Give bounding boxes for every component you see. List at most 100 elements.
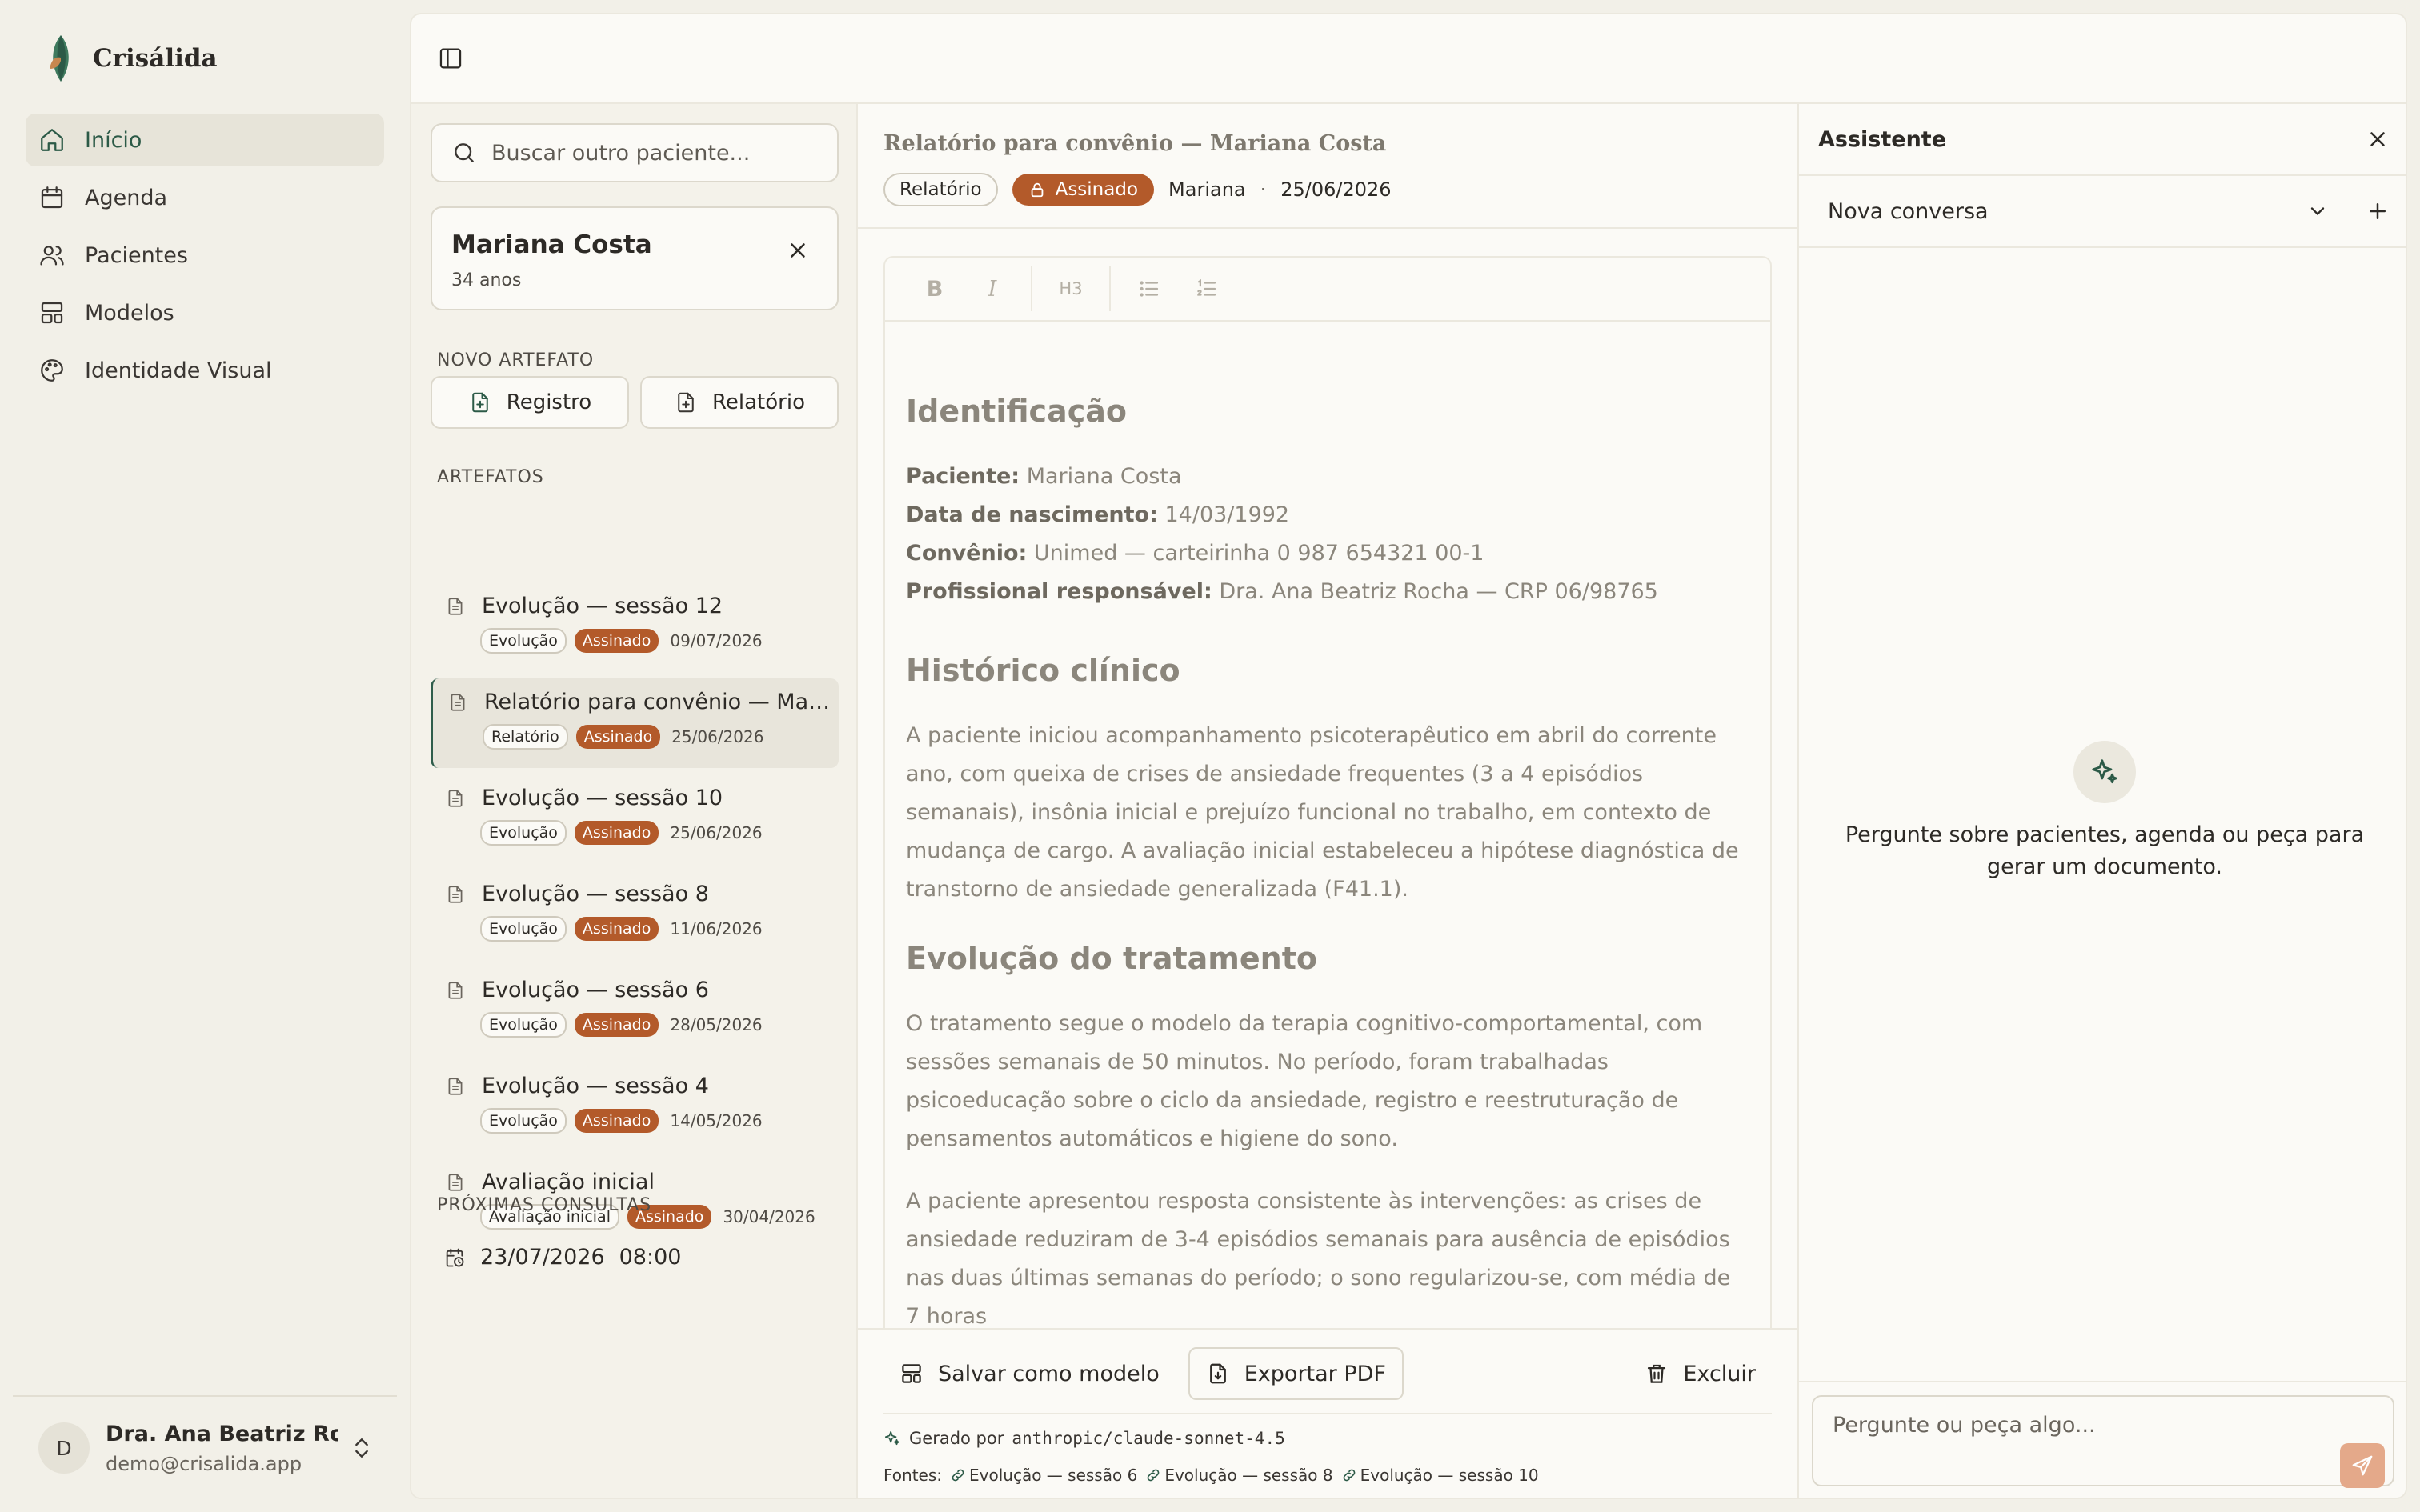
new-registro-button[interactable]: Registro (431, 376, 629, 429)
status-badge: Assinado (574, 1109, 659, 1133)
field-data-nascimento: Data de nascimento: 14/03/1992 (906, 496, 1749, 534)
sparkles-icon (2092, 759, 2118, 784)
nav-item-identidade-visual[interactable]: Identidade Visual (26, 344, 384, 397)
empty-state-text: Pergunte sobre pacientes, agenda ou peça… (1845, 822, 2365, 879)
patient-name: Mariana Costa (451, 230, 652, 259)
nav-item-label: Identidade Visual (85, 358, 272, 383)
document-date: 25/06/2026 (1280, 178, 1392, 201)
status-badge: Assinado (574, 629, 659, 653)
toolbar-divider (1109, 266, 1111, 311)
conversation-label: Nova conversa (1828, 198, 1989, 224)
user-menu[interactable]: D Dra. Ana Beatriz Roc... demo@crisalida… (13, 1395, 397, 1499)
heading-identificacao: Identificação (906, 394, 1127, 429)
document-editor: B I H3 Identificação Paciente: Mariana C… (883, 256, 1772, 1360)
upcoming-appointment[interactable]: 23/07/2026 08:00 (443, 1245, 681, 1270)
delete-button[interactable]: Excluir (1629, 1347, 1772, 1400)
source-link[interactable]: Evolução — sessão 8 (1145, 1466, 1333, 1485)
sidebar-toggle-icon[interactable] (437, 45, 464, 72)
assistant-composer (1799, 1381, 2406, 1498)
editor-content[interactable]: Identificação Paciente: Mariana Costa Da… (885, 322, 1770, 1336)
italic-button[interactable]: I (964, 258, 1021, 321)
nav-item-agenda[interactable]: Agenda (26, 171, 384, 224)
artifact-type-badge: Evolução (480, 1108, 567, 1134)
send-button[interactable] (2340, 1443, 2385, 1488)
status-badge: Assinado (575, 725, 661, 749)
source-link[interactable]: Evolução — sessão 6 (950, 1466, 1137, 1485)
bullet-list-button[interactable] (1120, 258, 1178, 321)
search-input[interactable] (491, 140, 827, 166)
artifact-item[interactable]: Evolução — sessão 8 Evolução Assinado 11… (431, 870, 839, 960)
artifact-title: Evolução — sessão 8 (482, 882, 709, 906)
chevron-down-icon[interactable] (2306, 200, 2329, 222)
ordered-list-button[interactable] (1178, 258, 1236, 321)
source-link-label: Evolução — sessão 6 (969, 1466, 1138, 1485)
file-text-icon (448, 1077, 463, 1095)
conversation-selector[interactable]: Nova conversa (1799, 176, 2406, 248)
chevrons-up-down-icon[interactable] (349, 1435, 375, 1461)
nav-item-label: Agenda (85, 185, 168, 210)
field-value: 14/03/1992 (1164, 502, 1290, 527)
link-icon (1343, 1469, 1355, 1482)
nav-item-pacientes[interactable]: Pacientes (26, 229, 384, 282)
file-download-icon (1209, 1363, 1226, 1384)
artifact-item[interactable]: Evolução — sessão 4 Evolução Assinado 14… (431, 1062, 839, 1152)
save-template-button[interactable]: Salvar como modelo (883, 1347, 1176, 1400)
footer-divider (883, 1413, 1772, 1414)
signed-badge: Assinado (1012, 174, 1155, 206)
new-artifact-label: NOVO ARTEFATO (437, 350, 595, 370)
toolbar-divider (1031, 266, 1032, 311)
ordered-list-icon (1197, 278, 1216, 296)
document-author: Mariana (1168, 178, 1246, 201)
calendar-icon (41, 186, 63, 209)
artifact-title: Evolução — sessão 6 (482, 978, 709, 1002)
field-value: Unimed — carteirinha 0 987 654321 00-1 (1033, 541, 1484, 566)
editor-toolbar: B I H3 (885, 258, 1770, 322)
selected-patient-card[interactable]: Mariana Costa 34 anos (431, 206, 839, 310)
field-convenio: Convênio: Unimed — carteirinha 0 987 654… (906, 534, 1749, 573)
artifact-item[interactable]: Evolução — sessão 6 Evolução Assinado 28… (431, 966, 839, 1056)
heading-icon: H3 (1059, 279, 1083, 298)
nav-item-label: Modelos (85, 300, 174, 326)
new-relatorio-button[interactable]: Relatório (640, 376, 839, 429)
artifact-title: Evolução — sessão 10 (482, 786, 723, 810)
file-text-icon (448, 1173, 463, 1191)
model-name: anthropic/claude-sonnet-4.5 (1012, 1429, 1285, 1448)
artifact-item[interactable]: Evolução — sessão 12 Evolução Assinado 0… (431, 582, 839, 672)
generated-by: Gerado por anthropic/claude-sonnet-4.5 (883, 1429, 1285, 1448)
heading-button[interactable]: H3 (1042, 258, 1100, 321)
artifact-date: 25/06/2026 (671, 727, 764, 746)
paragraph-evolucao-1: O tratamento segue o modelo da terapia c… (906, 1011, 1703, 1151)
paragraph-evolucao-2: A paciente apresentou resposta consisten… (906, 1189, 1731, 1329)
field-label: Data de nascimento: (906, 502, 1158, 527)
artifact-type-badge: Relatório (483, 724, 568, 750)
upcoming-label: PRÓXIMAS CONSULTAS (437, 1195, 652, 1215)
nav-item-inicio[interactable]: Início (26, 114, 384, 166)
artifact-type-badge: Evolução (480, 628, 567, 654)
artifact-item[interactable]: Relatório para convênio — Mari... Relató… (431, 678, 839, 768)
lock-icon (1031, 182, 1043, 198)
artifact-item[interactable]: Evolução — sessão 10 Evolução Assinado 2… (431, 774, 839, 864)
send-icon (2352, 1455, 2373, 1476)
bullet-list-icon (1140, 281, 1159, 297)
close-icon[interactable] (786, 238, 810, 262)
patient-search (431, 123, 839, 182)
nav-item-modelos[interactable]: Modelos (26, 286, 384, 339)
close-icon[interactable] (2366, 127, 2390, 151)
signed-badge-label: Assinado (1055, 179, 1139, 200)
bold-button[interactable]: B (906, 258, 964, 321)
trash-icon (1648, 1364, 1666, 1383)
document-footer: Salvar como modelo Exportar PDF Excluir … (858, 1328, 1797, 1498)
artifact-title: Evolução — sessão 4 (482, 1074, 709, 1098)
document-meta: Relatório Assinado Mariana · 25/06/2026 (883, 173, 1392, 206)
nav-item-label: Pacientes (85, 242, 188, 268)
empty-state-badge (2073, 741, 2136, 803)
plus-icon[interactable] (2366, 199, 2390, 223)
user-name: Dra. Ana Beatriz Roc... (106, 1421, 338, 1446)
assistant-input[interactable] (1812, 1395, 2394, 1486)
layout-template-icon (902, 1364, 921, 1383)
export-pdf-button[interactable]: Exportar PDF (1188, 1347, 1404, 1400)
source-link[interactable]: Evolução — sessão 10 (1341, 1466, 1539, 1485)
brand[interactable]: Crisálida (46, 34, 218, 83)
field-label: Profissional responsável: (906, 579, 1212, 604)
field-profissional: Profissional responsável: Dra. Ana Beatr… (906, 573, 1749, 611)
